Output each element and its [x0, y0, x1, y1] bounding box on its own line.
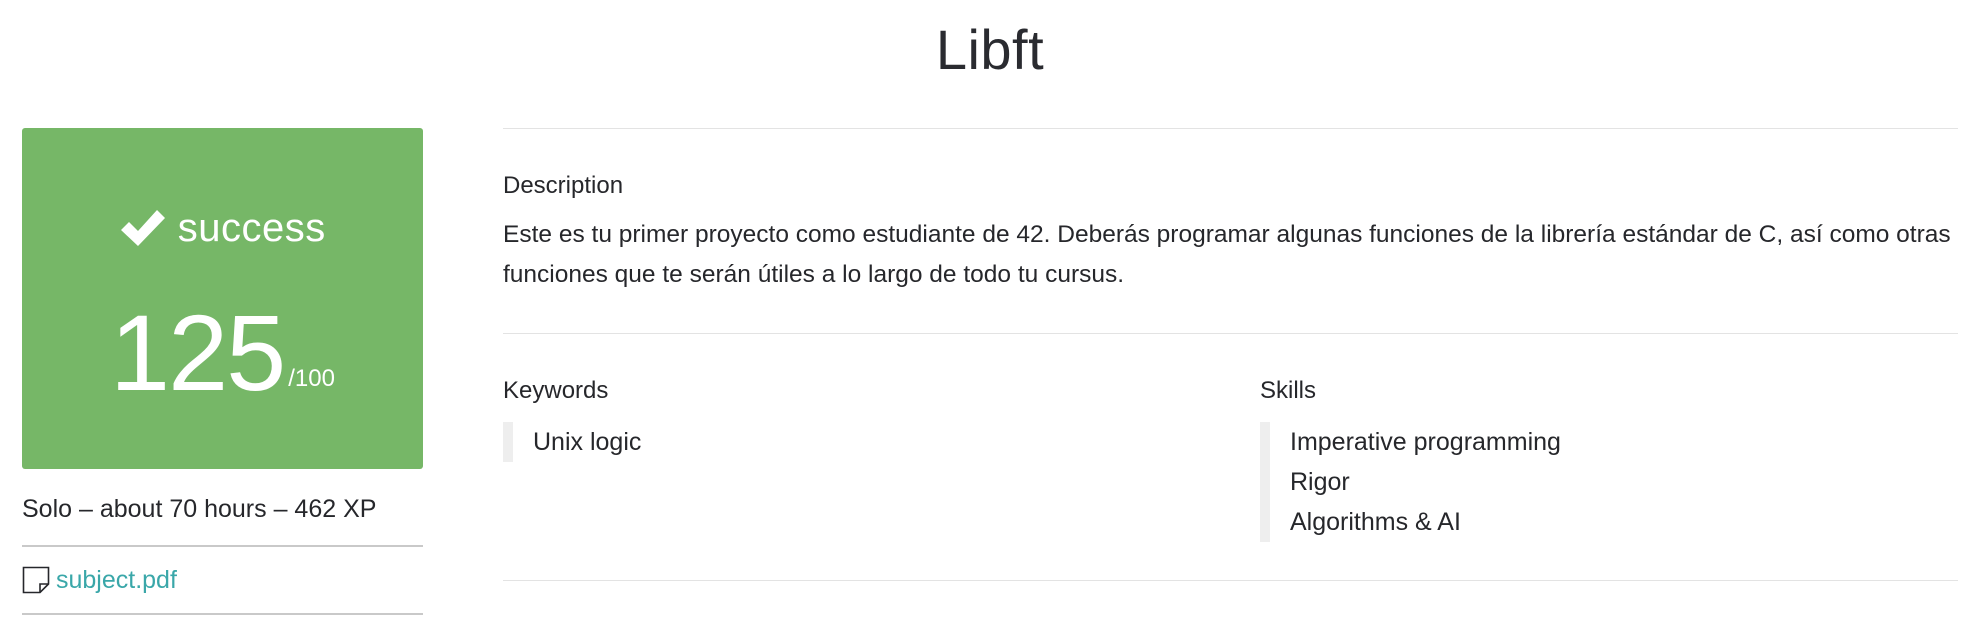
final-mark: 125/100 — [22, 288, 423, 418]
divider — [22, 613, 423, 615]
description-text: Este es tu primer proyecto como estudian… — [503, 221, 1951, 288]
skill-item: Algorithms & AI — [1290, 508, 1461, 536]
mark-max: /100 — [288, 365, 335, 392]
project-page: Libft success 125/100 Solo – about 70 ho… — [0, 0, 1980, 642]
divider — [503, 580, 1958, 581]
page-title: Libft — [935, 18, 1045, 81]
mark-value: 125 — [110, 292, 286, 413]
keywords-label: Keywords — [503, 377, 609, 404]
result-card: success 125/100 — [22, 128, 423, 469]
status-line: success — [22, 198, 423, 258]
project-summary: success 125/100 Solo – about 70 hours – … — [22, 128, 423, 615]
keyword-item: Unix logic — [533, 428, 642, 456]
description-section: Description Este es tu primer proyecto c… — [503, 129, 1958, 333]
skill-item: Imperative programming — [1290, 428, 1561, 456]
skills-label: Skills — [1260, 377, 1317, 404]
project-details: Description Este es tu primer proyecto c… — [503, 128, 1958, 581]
project-meta: Solo – about 70 hours – 462 XP — [22, 495, 377, 523]
file-icon — [22, 566, 50, 594]
status-text: success — [177, 206, 326, 250]
skills-list: Imperative programming Rigor Algorithms … — [1260, 422, 1958, 542]
subject-pdf-link[interactable]: subject.pdf — [56, 562, 177, 598]
keywords-list: Unix logic — [503, 422, 1260, 462]
skill-item: Rigor — [1290, 468, 1350, 496]
skills-section: Skills Imperative programming Rigor Algo… — [1260, 374, 1958, 542]
keywords-section: Keywords Unix logic — [503, 374, 1260, 542]
keywords-skills-section: Keywords Unix logic Skills Imperative pr… — [503, 334, 1958, 580]
attachment-row: subject.pdf — [22, 547, 423, 613]
check-icon — [121, 210, 166, 246]
description-label: Description — [503, 172, 624, 199]
